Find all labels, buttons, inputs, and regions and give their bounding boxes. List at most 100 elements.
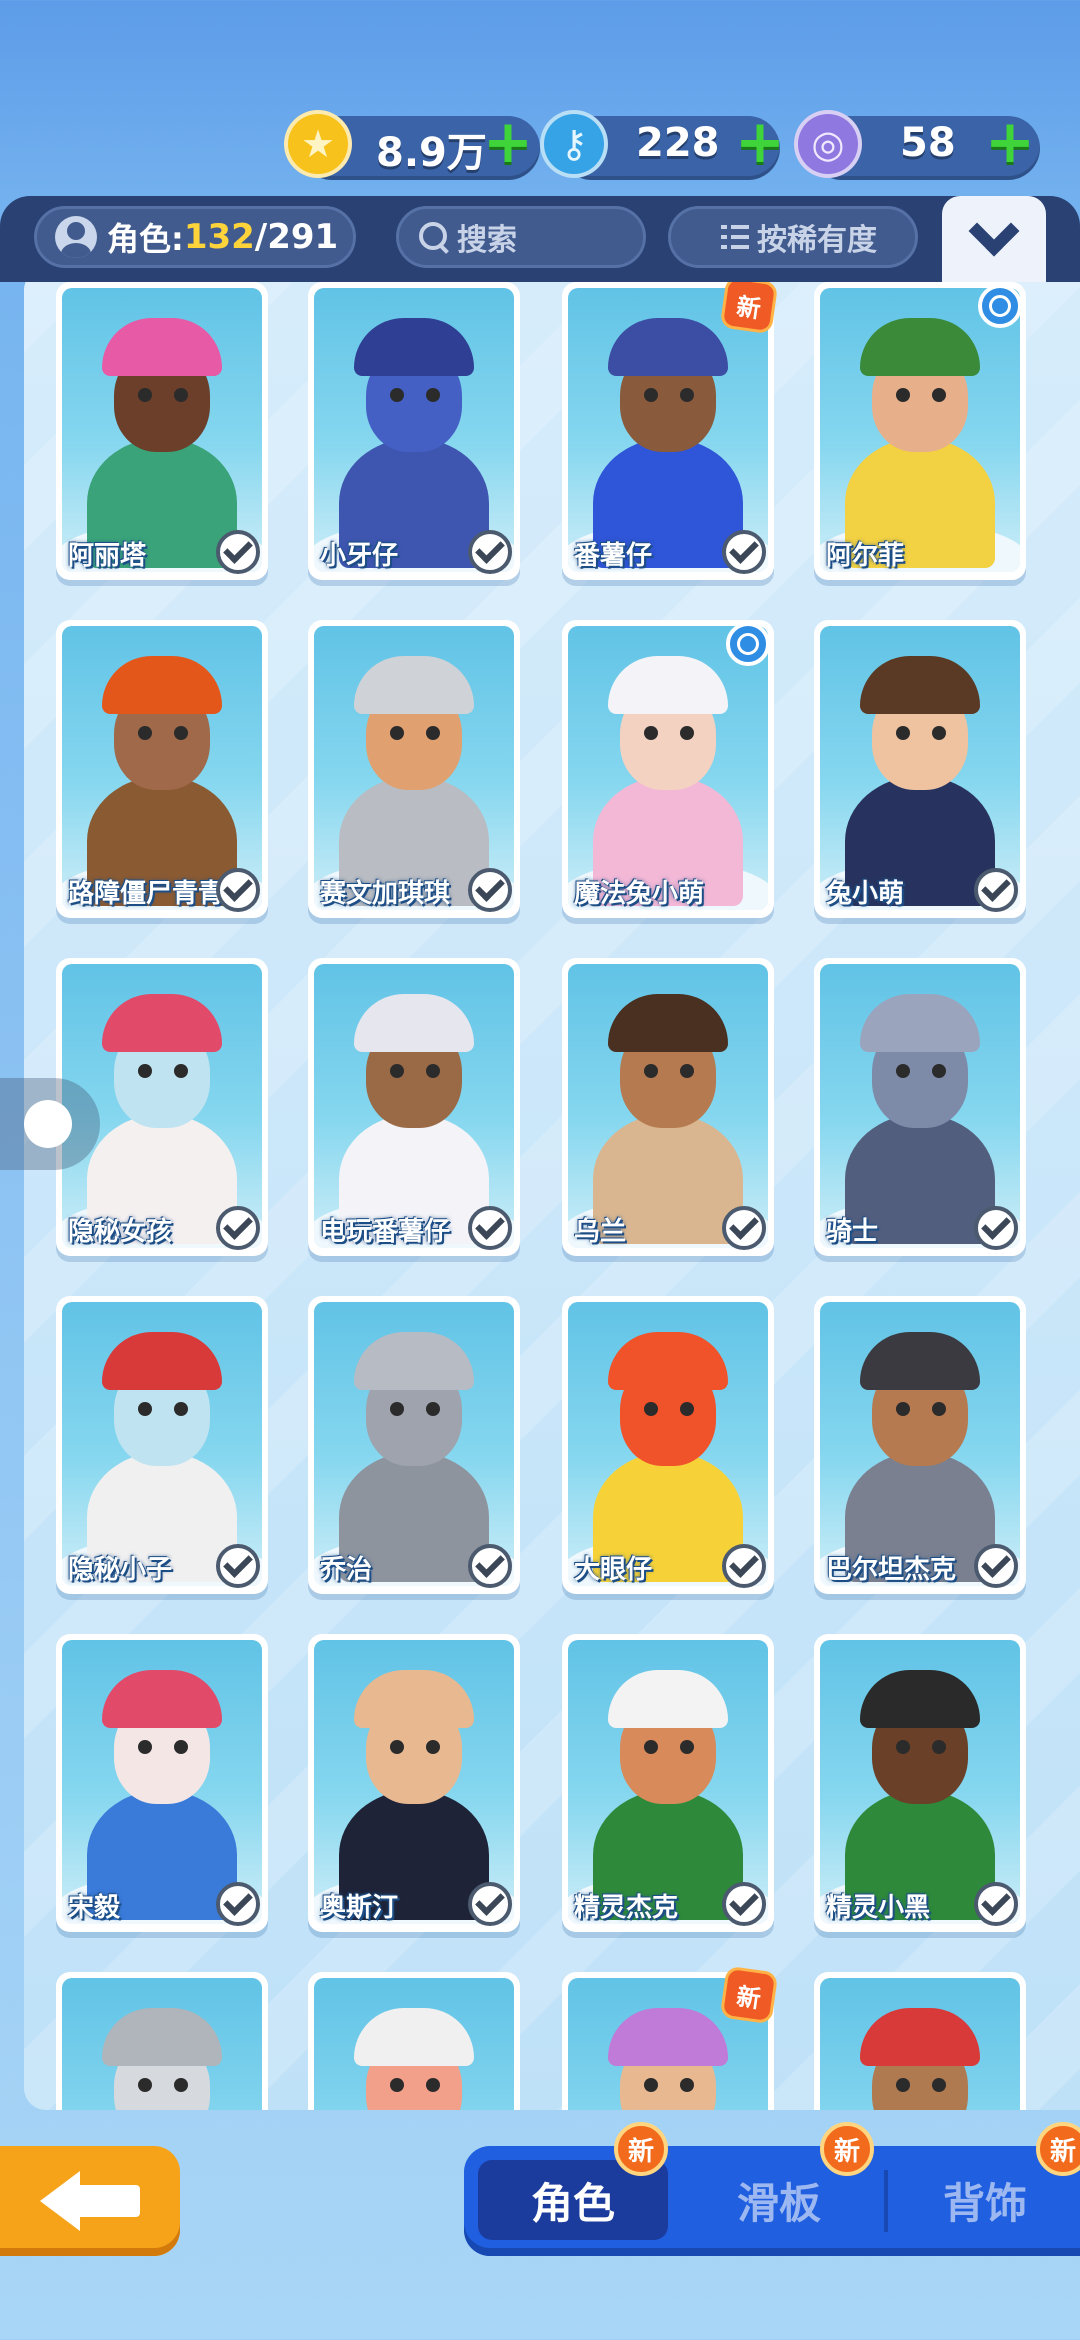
card-portrait (820, 626, 1020, 910)
character-eye (390, 1740, 404, 1754)
side-drawer-handle[interactable] (0, 1078, 100, 1170)
character-eye (426, 1402, 440, 1416)
character-eye (138, 726, 152, 740)
character-name: 路障僵尸青青 (68, 879, 225, 909)
character-eye (426, 726, 440, 740)
card-portrait (62, 1640, 262, 1924)
owned-check-icon (216, 530, 260, 574)
key-icon: ⚷ (540, 110, 608, 178)
character-card[interactable]: 路障僵尸青青 (56, 620, 268, 918)
character-headwear (102, 1332, 222, 1390)
character-eye (680, 1402, 694, 1416)
character-eye (896, 1740, 910, 1754)
card-portrait (568, 1640, 768, 1924)
character-card[interactable]: 电玩番薯仔 (308, 958, 520, 1256)
character-headwear (608, 1332, 728, 1390)
new-badge: 新 (723, 279, 775, 331)
character-card[interactable]: 兔小萌 (814, 620, 1026, 918)
count-owned: 132 (183, 217, 255, 257)
character-headwear (354, 1332, 474, 1390)
character-eye (138, 388, 152, 402)
back-arrow-icon (40, 2171, 140, 2231)
owned-check-icon (722, 1882, 766, 1926)
add-keys-button[interactable]: + (732, 112, 788, 172)
character-card[interactable]: 大眼仔 (562, 1296, 774, 1594)
character-count: 角色: 132 / 291 (34, 206, 356, 268)
character-eye (680, 2078, 694, 2092)
tab-backpacks[interactable]: 背饰 新 (890, 2122, 1080, 2240)
character-card[interactable]: 精灵杰克 (562, 1634, 774, 1932)
character-headwear (608, 656, 728, 714)
character-eye (426, 2078, 440, 2092)
character-headwear (608, 994, 728, 1052)
character-eye (680, 726, 694, 740)
character-eye (426, 1064, 440, 1078)
tab-characters[interactable]: 角色 新 (478, 2122, 668, 2240)
character-headwear (860, 1332, 980, 1390)
sort-button[interactable]: 按稀有度 (668, 206, 918, 268)
character-name: 宋毅 (68, 1893, 121, 1923)
add-coins-button[interactable]: + (480, 112, 536, 172)
character-name: 精灵杰克 (574, 1893, 679, 1923)
owned-check-icon (468, 530, 512, 574)
character-eye (932, 1064, 946, 1078)
character-name: 兔小萌 (826, 879, 905, 909)
character-card[interactable]: 赛文加琪琪 (308, 620, 520, 918)
character-eye (174, 726, 188, 740)
character-card[interactable]: 乔治 (308, 1296, 520, 1594)
character-eye (896, 388, 910, 402)
character-eye (680, 1064, 694, 1078)
owned-check-icon (722, 1544, 766, 1588)
card-portrait (568, 1302, 768, 1586)
character-name: 番薯仔 (574, 541, 653, 571)
character-card[interactable]: 奥斯汀 (308, 1634, 520, 1932)
character-card[interactable]: 巴尔坦杰克 (814, 1296, 1026, 1594)
collapse-button[interactable] (942, 196, 1046, 282)
owned-check-icon (216, 1206, 260, 1250)
new-badge: 新 (820, 2122, 874, 2176)
character-card[interactable]: 骑士 (814, 958, 1026, 1256)
character-card[interactable]: 新 (562, 1969, 775, 2110)
owned-check-icon (468, 868, 512, 912)
character-card[interactable]: 番薯仔 新 (562, 279, 775, 580)
back-button[interactable] (0, 2146, 180, 2256)
character-grid[interactable]: 阿丽塔 小牙仔 番薯仔新阿尔菲 路障僵尸青青 赛文加琪琪 魔法兔小萌 兔小萌 隐秘女孩 电玩番薯… (24, 268, 1080, 2110)
character-headwear (860, 1670, 980, 1728)
owned-check-icon (216, 1544, 260, 1588)
search-icon (419, 222, 449, 252)
character-eye (138, 1402, 152, 1416)
character-eye (426, 388, 440, 402)
character-card[interactable]: 乌兰 (562, 958, 774, 1256)
character-card[interactable]: 宋毅 (56, 1634, 268, 1932)
card-portrait (62, 288, 262, 572)
add-tokens-button[interactable]: + (982, 112, 1038, 172)
character-name: 隐秘女孩 (68, 1217, 173, 1247)
character-eye (932, 388, 946, 402)
character-eye (138, 1740, 152, 1754)
owned-check-icon (974, 1882, 1018, 1926)
owned-check-icon (722, 530, 766, 574)
character-card[interactable]: 精灵小黑 (814, 1634, 1026, 1932)
character-eye (644, 2078, 658, 2092)
character-card[interactable]: 小牙仔 (308, 282, 520, 580)
character-card[interactable] (308, 1972, 520, 2110)
character-card[interactable]: 阿丽塔 (56, 282, 268, 580)
character-card[interactable]: 魔法兔小萌 (562, 620, 774, 918)
character-card[interactable]: 隐秘小子 (56, 1296, 268, 1594)
search-input[interactable]: 搜索 (396, 206, 646, 268)
character-card[interactable] (56, 1972, 268, 2110)
character-headwear (354, 318, 474, 376)
card-portrait (314, 1640, 514, 1924)
character-headwear (860, 2008, 980, 2066)
token-icon: ◎ (794, 110, 862, 178)
card-portrait (314, 288, 514, 572)
coins-value: 8.9万 (376, 130, 487, 176)
character-eye (680, 1740, 694, 1754)
character-name: 阿尔菲 (826, 541, 905, 571)
character-card[interactable]: 阿尔菲 (814, 282, 1026, 580)
filter-header: 角色: 132 / 291 搜索 按稀有度 (0, 196, 1080, 282)
tab-hoverboards[interactable]: 滑板 新 (684, 2122, 874, 2240)
card-portrait (62, 1978, 262, 2110)
character-eye (174, 1402, 188, 1416)
character-card[interactable] (814, 1972, 1026, 2110)
